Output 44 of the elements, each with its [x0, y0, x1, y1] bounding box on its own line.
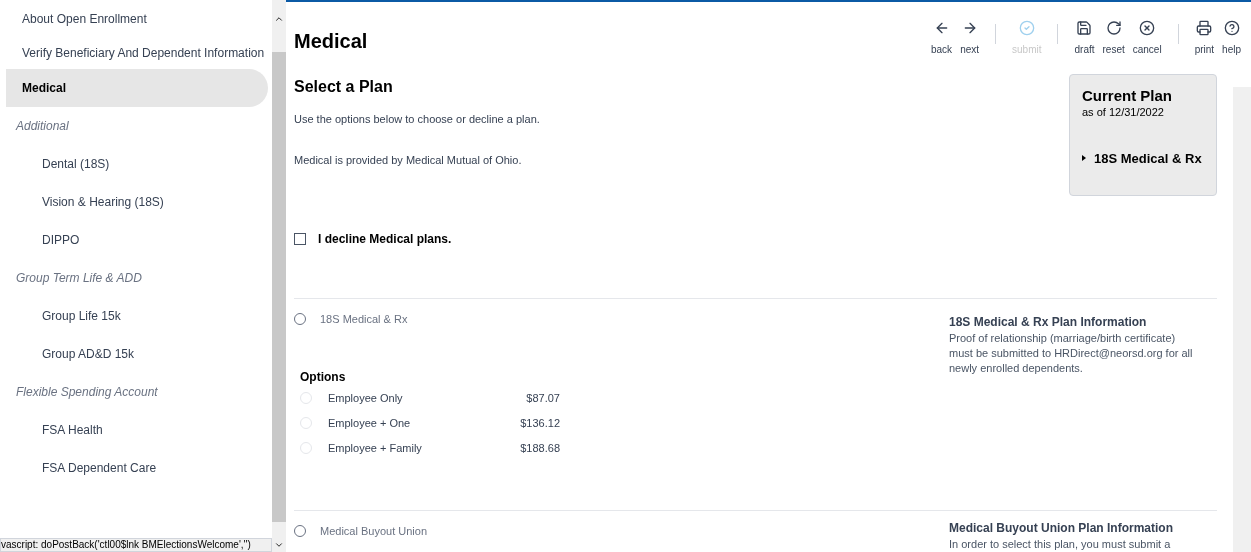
toolbar-button[interactable]: reset [1098, 20, 1129, 57]
plan-name: Medical Buyout Union [320, 524, 427, 539]
card-date: as of 12/31/2022 [1082, 105, 1165, 120]
sidebar-item[interactable]: Medical [6, 69, 268, 107]
option-price: $136.12 [520, 415, 560, 431]
section-title: Select a Plan [294, 77, 393, 97]
save-icon [1076, 20, 1093, 36]
status-bar: vascript: doPostBack('ctl00$lnk BMElectionsWelcome','') [0, 538, 272, 552]
toolbar-button[interactable]: back [927, 20, 957, 57]
checkbox[interactable] [294, 233, 306, 245]
intro-text: Medical is provided by Medical Mutual of Ohio. [294, 152, 522, 168]
options-title: Options [300, 368, 347, 386]
sidebar-section-heading: Additional [16, 118, 69, 135]
sidebar-section-heading: Flexible Spending Account [16, 384, 158, 401]
check-circle-icon [1018, 20, 1035, 36]
checkbox-label: I decline Medical plans. [318, 231, 452, 248]
plan-info-text: In order to select this plan, you must submit a [949, 537, 1172, 552]
option-label: Employee + One [328, 415, 412, 431]
plan-info-text: Proof of relationship (marriage/birth certificate) must be submitted to HRDirect@neorsd.org for all newly enrolled dependents. [949, 331, 1194, 376]
page-title: Medical [294, 29, 368, 54]
intro-text: Use the options below to choose or decline a plan. [294, 112, 540, 127]
plan-name: 18S Medical & Rx [320, 312, 408, 327]
print-icon [1196, 20, 1213, 36]
option-price: $87.07 [526, 390, 560, 406]
option-label: Employee + Family [328, 440, 423, 456]
card-title: Current Plan [1082, 87, 1173, 104]
option-price: $188.68 [520, 440, 560, 456]
caret-icon [1082, 155, 1086, 162]
plan-info-title: Medical Buyout Union Plan Information [949, 520, 1174, 537]
current-plan-name: 18S Medical & Rx [1094, 149, 1202, 168]
close-icon [1139, 20, 1156, 36]
toolbar-button[interactable]: cancel [1128, 20, 1166, 57]
reload-icon [1105, 20, 1122, 36]
toolbar-button[interactable]: help [1218, 20, 1245, 57]
scrollbar[interactable] [272, 0, 286, 552]
plan-info-title: 18S Medical & Rx Plan Information [949, 314, 1148, 331]
scroll-down-icon[interactable] [274, 540, 284, 550]
toolbar-button[interactable]: print [1190, 20, 1219, 57]
toolbar-button[interactable]: next [956, 20, 984, 57]
sidebar-section-heading: Group Term Life & ADD [16, 270, 142, 287]
scroll-up-icon[interactable] [274, 14, 284, 24]
toolbar-button[interactable]: draft [1070, 20, 1099, 57]
help-icon [1223, 20, 1240, 36]
option-label: Employee Only [328, 390, 404, 406]
